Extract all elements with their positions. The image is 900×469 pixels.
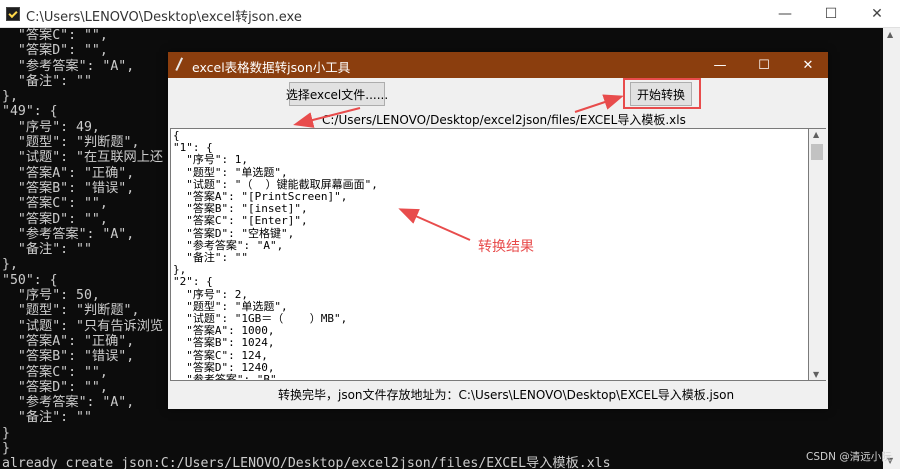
tool-maximize-button[interactable]: ☐ [744, 52, 784, 78]
text-line: "备注": "" [2, 410, 92, 426]
feather-icon [175, 57, 187, 73]
text-line: } [2, 441, 10, 457]
file-path-label: C:/Users/LENOVO/Desktop/excel2json/files… [322, 113, 686, 127]
annotation-label: 转换结果 [478, 239, 534, 255]
scroll-down-icon[interactable]: ▼ [813, 370, 819, 379]
scroll-up-icon[interactable]: ▲ [813, 130, 819, 139]
text-line: "备注": "" [173, 251, 248, 265]
result-lines: {"1": { "序号": 1, "题型": "单选题", "试题": "（ ）… [173, 129, 378, 381]
console-app-icon [6, 7, 20, 21]
tool-title: excel表格数据转json小工具 [192, 60, 351, 75]
tool-titlebar: excel表格数据转json小工具 — ☐ ✕ [168, 52, 828, 78]
scroll-up-icon[interactable]: ▲ [887, 30, 893, 39]
text-line: "参考答案": "B", [173, 373, 284, 381]
text-line: "序号": 2, [173, 287, 248, 301]
text-line: "答案B": 1024, [173, 336, 275, 350]
text-line: already create json:C:/Users/LENOVO/Desk… [2, 456, 611, 469]
text-line: "2": { [173, 275, 213, 289]
console-scrollbar[interactable]: ▲ ▼ [883, 28, 900, 469]
status-message: 转换完毕，json文件存放地址为：C:\Users\LENOVO\Desktop… [278, 388, 735, 402]
text-line: } [2, 425, 10, 441]
console-minimize-button[interactable]: — [762, 0, 808, 28]
console-title: C:\Users\LENOVO\Desktop\excel转json.exe [26, 10, 302, 25]
result-scrollbar[interactable]: ▲ ▼ [809, 128, 826, 381]
text-line: "答案C": "", [2, 28, 108, 43]
tool-window: excel表格数据转json小工具 — ☐ ✕ 选择excel文件...... … [168, 52, 828, 409]
console-close-button[interactable]: ✕ [854, 0, 900, 28]
select-excel-button[interactable]: 选择excel文件...... [286, 82, 388, 106]
scrollbar-thumb[interactable] [811, 144, 823, 160]
console-titlebar: C:\Users\LENOVO\Desktop\excel转json.exe —… [0, 0, 900, 28]
start-convert-button[interactable]: 开始转换 [630, 82, 692, 106]
tool-minimize-button[interactable]: — [700, 52, 740, 78]
console-maximize-button[interactable]: ☐ [808, 0, 854, 28]
text-line: "题型": "单选题", [173, 165, 288, 179]
watermark: CSDN @清远小阮 [806, 451, 892, 463]
tool-close-button[interactable]: ✕ [788, 52, 828, 78]
text-line: "序号": 1, [173, 153, 248, 167]
text-line: "答案C": "[Enter]", [173, 214, 308, 228]
text-line: "答案D": "空格键", [173, 226, 295, 240]
